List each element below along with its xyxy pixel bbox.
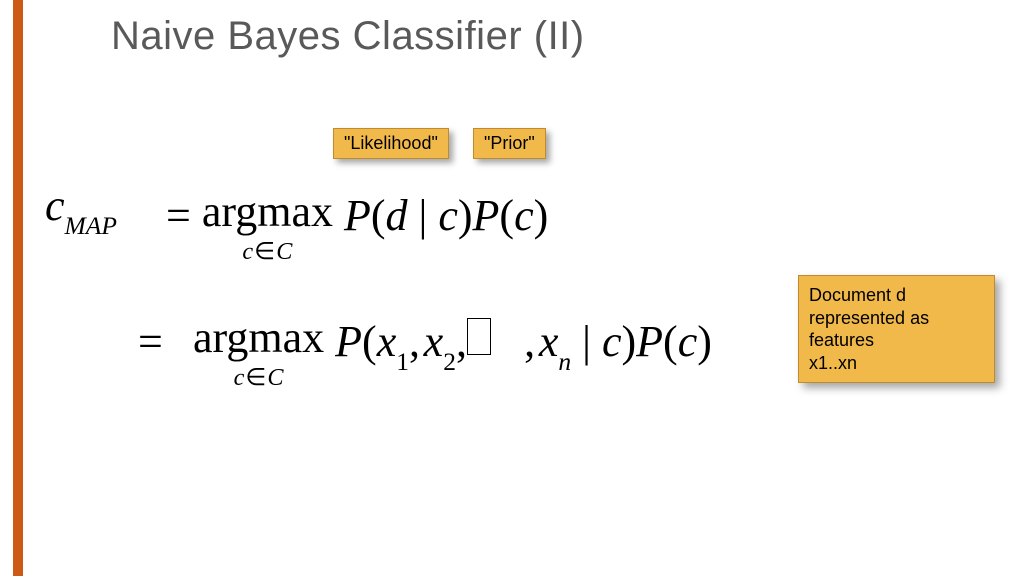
note-line-1: Document d <box>809 285 906 305</box>
sym-rp3: ) <box>621 317 636 366</box>
sym-in: ∈ <box>253 238 276 265</box>
sym-lp3: ( <box>362 317 377 366</box>
sub-map: MAP <box>65 211 117 240</box>
tag-likelihood: "Likelihood" <box>333 128 449 159</box>
sym-c-sub2: c <box>234 364 245 391</box>
sym-P: P <box>344 191 371 240</box>
sym-bar: | <box>419 191 428 240</box>
sym-comma3: , <box>524 317 535 366</box>
note-line-2: represented as <box>809 308 929 328</box>
equation-1-rhs: = argmax c∈C P(d | c)P(c) <box>166 190 548 264</box>
equation-2-rhs: argmax c∈C P(x1, x2, , xn | c)P(c) <box>193 316 712 390</box>
note-line-3: features <box>809 330 874 350</box>
sym-x2: x <box>424 317 444 366</box>
sym-c4: c <box>602 317 622 366</box>
note-line-4: x1..xn <box>809 353 857 373</box>
sym-rp4: ) <box>697 317 712 366</box>
sym-bar2: | <box>582 317 591 366</box>
sym-in2: ∈ <box>244 364 267 391</box>
sym-c2: c <box>438 191 458 240</box>
sub-n: n <box>558 347 571 376</box>
sym-lp2: ( <box>499 191 514 240</box>
tag-prior: "Prior" <box>473 128 546 159</box>
sym-P2: P <box>473 191 500 240</box>
sym-c3: c <box>514 191 534 240</box>
sym-c: c <box>45 181 65 230</box>
slide-body: Naive Bayes Classifier (II) "Likelihood"… <box>23 0 1024 576</box>
argmax-block-1: argmax c∈C <box>202 190 333 264</box>
sym-equals2: = <box>138 317 163 366</box>
sym-comma2: , <box>456 317 467 366</box>
sym-xn: x <box>539 317 559 366</box>
sym-C2: C <box>267 364 283 391</box>
sym-lp: ( <box>371 191 386 240</box>
sym-P4: P <box>636 317 663 366</box>
sub-1: 1 <box>396 347 409 376</box>
missing-glyph-icon <box>467 318 491 355</box>
argmax-sub-1: c∈C <box>202 240 333 264</box>
sym-comma1: , <box>409 317 420 366</box>
argmax-sub-2: c∈C <box>193 366 324 390</box>
argmax-block-2: argmax c∈C <box>193 316 324 390</box>
argmax-word: argmax <box>202 187 333 236</box>
sym-lp4: ( <box>663 317 678 366</box>
sym-P3: P <box>335 317 362 366</box>
sub-2: 2 <box>443 347 456 376</box>
sym-d: d <box>386 191 408 240</box>
equation-1-lhs: cMAP <box>45 180 117 237</box>
sym-C: C <box>276 238 292 265</box>
sym-rp: ) <box>458 191 473 240</box>
accent-bar <box>13 0 23 576</box>
note-document-features: Document d represented as features x1..x… <box>798 275 995 383</box>
sym-c-sub: c <box>242 238 253 265</box>
sym-rp2: ) <box>534 191 549 240</box>
sym-c5: c <box>678 317 698 366</box>
sym-equals: = <box>166 191 191 240</box>
equation-2-eq: = <box>138 316 163 367</box>
slide-title: Naive Bayes Classifier (II) <box>111 14 585 59</box>
sym-x1: x <box>377 317 397 366</box>
argmax-word-2: argmax <box>193 313 324 362</box>
